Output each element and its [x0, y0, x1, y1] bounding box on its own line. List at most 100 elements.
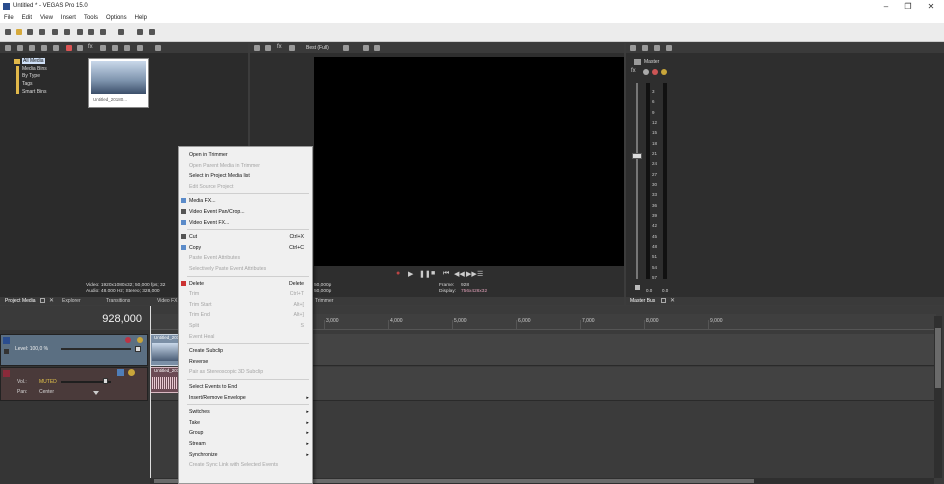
master-lock-icon[interactable]: [635, 285, 640, 290]
audio-mute-icon[interactable]: [117, 369, 124, 376]
menu-item-select-in-project-media-list[interactable]: Select in Project Media list: [179, 171, 312, 181]
menu-item-media-fx[interactable]: Media FX...: [179, 196, 312, 206]
master-properties-icon[interactable]: [630, 45, 636, 51]
menu-item-cut[interactable]: Cut Ctrl+X: [179, 232, 312, 242]
stop-media-icon[interactable]: [112, 45, 118, 51]
video-preview-screen[interactable]: [314, 57, 624, 266]
pan-dropdown-icon[interactable]: [93, 391, 99, 395]
play-media-icon[interactable]: [100, 45, 106, 51]
playhead-cursor[interactable]: [150, 306, 151, 484]
views-icon[interactable]: [137, 45, 143, 51]
menu-item-take[interactable]: Take ▸: [179, 418, 312, 428]
tab-project-media[interactable]: Project Media: [5, 298, 36, 304]
menu-item-select-events-to-end[interactable]: Select Events to End: [179, 382, 312, 392]
tab-transitions[interactable]: Transitions: [106, 298, 130, 304]
menu-item-insert-remove-envelope[interactable]: Insert/Remove Envelope ▸: [179, 393, 312, 403]
tree-item-smart-bins[interactable]: Smart Bins: [22, 89, 46, 95]
render-icon[interactable]: [52, 29, 58, 35]
master-tab-close-icon[interactable]: ✕: [670, 297, 675, 304]
tree-item-media-bins[interactable]: Media Bins: [22, 66, 47, 72]
menu-insert[interactable]: Insert: [57, 13, 80, 21]
prev-frame-icon[interactable]: ◀◀: [454, 270, 465, 278]
menu-view[interactable]: View: [36, 13, 57, 21]
minimize-button[interactable]: –: [876, 1, 896, 12]
menu-tools[interactable]: Tools: [80, 13, 102, 21]
media-fx-icon[interactable]: fx: [88, 44, 94, 50]
menu-item-video-event-fx[interactable]: Video Event FX...: [179, 218, 312, 228]
media-thumbnail[interactable]: Untitled_20180...: [88, 58, 149, 108]
menu-item-open-in-trimmer[interactable]: Open in Trimmer: [179, 150, 312, 160]
video-level-slider[interactable]: [61, 348, 131, 350]
menu-item-create-subclip[interactable]: Create Subclip: [179, 346, 312, 356]
play-icon[interactable]: ▶: [408, 270, 413, 278]
tab-video-fx[interactable]: Video FX: [157, 298, 177, 304]
import-media-icon[interactable]: [5, 45, 11, 51]
preview-device-icon[interactable]: [265, 45, 271, 51]
menu-help[interactable]: Help: [131, 13, 151, 21]
open-icon[interactable]: [16, 29, 22, 35]
next-frame-icon[interactable]: ▶▶: [466, 270, 477, 278]
lock-faders-icon[interactable]: [666, 45, 672, 51]
undo-icon[interactable]: [100, 29, 106, 35]
master-fx-icon[interactable]: fx: [631, 68, 636, 74]
tab-close-icon[interactable]: ✕: [49, 297, 54, 304]
maximize-button[interactable]: ❐: [898, 1, 918, 12]
menu-edit[interactable]: Edit: [18, 13, 36, 21]
redo-icon[interactable]: [118, 29, 124, 35]
menu-file[interactable]: File: [0, 13, 18, 21]
menu-item-synchronize[interactable]: Synchronize ▸: [179, 450, 312, 460]
search-icon[interactable]: [155, 45, 161, 51]
paste-tool-icon[interactable]: [88, 29, 94, 35]
master-mute-icon[interactable]: [643, 69, 649, 75]
menu-item-switches[interactable]: Switches ▸: [179, 407, 312, 417]
capture-icon[interactable]: [17, 45, 23, 51]
close-button[interactable]: ✕: [921, 1, 941, 12]
dim-output-icon[interactable]: [654, 45, 660, 51]
tree-item-by-type[interactable]: By Type: [22, 73, 40, 79]
master-tab-float-icon[interactable]: [661, 298, 666, 303]
timeline-vertical-scrollbar[interactable]: [934, 316, 942, 478]
get-media-icon[interactable]: [29, 45, 35, 51]
tree-item-all-media[interactable]: All Media: [22, 58, 45, 64]
downmix-icon[interactable]: [642, 45, 648, 51]
track-solo-icon[interactable]: [137, 337, 143, 343]
audio-track-header[interactable]: Vol.: MUTED Pan: Center: [0, 367, 148, 401]
menu-item-stream[interactable]: Stream ▸: [179, 439, 312, 449]
tab-master-bus[interactable]: Master Bus: [630, 298, 655, 304]
preview-properties-icon[interactable]: [254, 45, 260, 51]
edit-tool-icon[interactable]: [137, 29, 143, 35]
tree-item-tags[interactable]: Tags: [22, 81, 33, 87]
menu-item-video-event-pan-crop[interactable]: Video Event Pan/Crop...: [179, 207, 312, 217]
master-solo-icon[interactable]: [652, 69, 658, 75]
preview-quality-dropdown[interactable]: Best (Full): [306, 45, 329, 51]
menu-options[interactable]: Options: [102, 13, 131, 21]
audio-event-clip[interactable]: Untitled_20180...: [150, 367, 188, 393]
overlays-icon[interactable]: [343, 45, 349, 51]
video-output-fx-icon[interactable]: fx: [277, 44, 283, 50]
save-snapshot-icon[interactable]: [374, 45, 380, 51]
track-expand-icon[interactable]: [4, 349, 9, 354]
tab-trimmer[interactable]: Trimmer: [315, 298, 333, 304]
save-as-icon[interactable]: [39, 29, 45, 35]
media-properties-icon[interactable]: [77, 45, 83, 51]
menu-icon[interactable]: ☰: [477, 270, 483, 278]
tab-float-icon[interactable]: [40, 298, 45, 303]
master-automation-icon[interactable]: [661, 69, 667, 75]
menu-item-group[interactable]: Group ▸: [179, 428, 312, 438]
extract-audio-icon[interactable]: [41, 45, 47, 51]
go-to-start-icon[interactable]: ⏮: [443, 270, 449, 278]
copy-snapshot-icon[interactable]: [363, 45, 369, 51]
properties-icon[interactable]: [64, 29, 70, 35]
stop-icon[interactable]: ■: [431, 270, 435, 277]
tab-explorer[interactable]: Explorer: [62, 298, 81, 304]
save-icon[interactable]: [27, 29, 33, 35]
pause-icon[interactable]: ❚❚: [419, 270, 431, 278]
track-mute-icon[interactable]: [125, 337, 131, 343]
video-track-header[interactable]: Level: 100,0 %: [0, 334, 148, 366]
menu-item-delete[interactable]: Delete Delete: [179, 279, 312, 289]
split-screen-icon[interactable]: [289, 45, 295, 51]
auto-preview-icon[interactable]: [124, 45, 130, 51]
remove-media-icon[interactable]: [66, 45, 72, 51]
vertical-scroll-thumb[interactable]: [935, 328, 941, 388]
menu-item-reverse[interactable]: Reverse: [179, 357, 312, 367]
